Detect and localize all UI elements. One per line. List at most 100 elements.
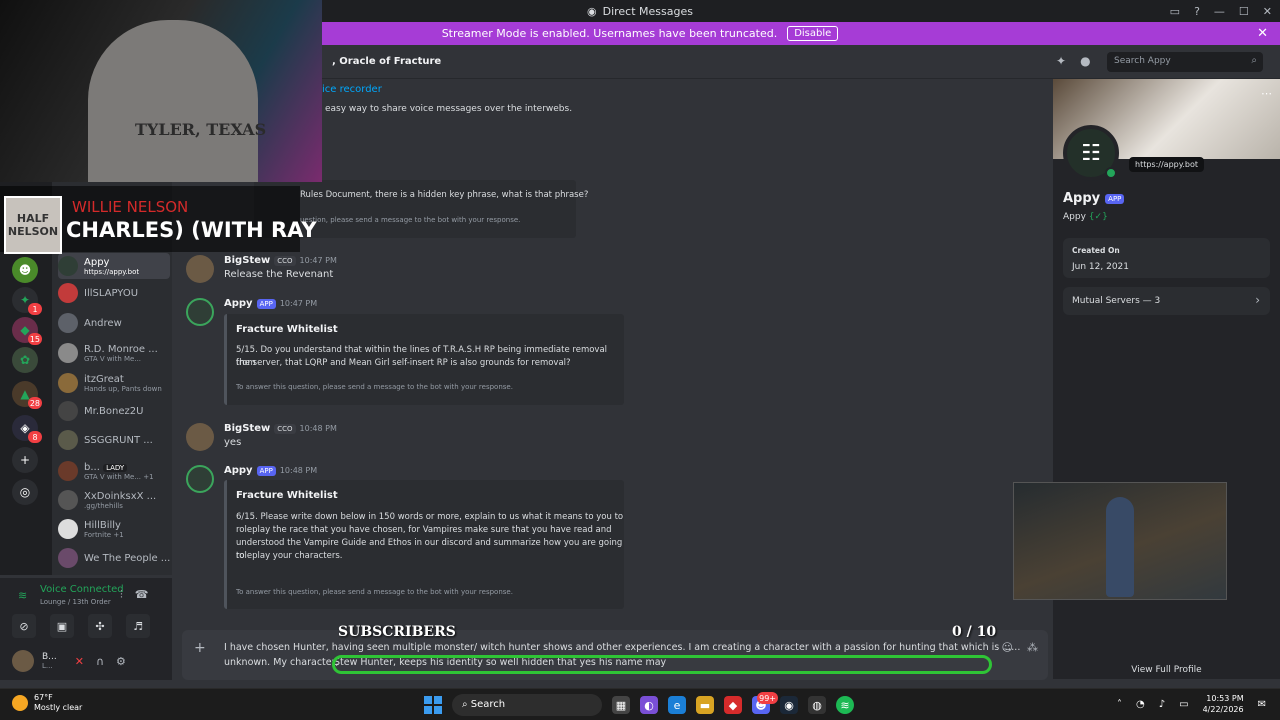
screen-share-button[interactable]: ▣ [50, 614, 74, 638]
embed-title: Fracture Whitelist [236, 490, 338, 501]
dm-status: GTA V with Me... [84, 354, 142, 363]
dm-item[interactable]: IllSLAPYOU [58, 280, 170, 306]
voice-channel[interactable]: Lounge / 13th Order [40, 598, 111, 606]
emoji-icon[interactable]: ☺ [1002, 641, 1013, 654]
embed-footer: To answer this question, please send a m… [236, 383, 513, 391]
server-icon[interactable]: ◆ 15 [12, 317, 42, 345]
dm-item[interactable]: HillBilly Fortnite +1 [58, 516, 170, 542]
obs-icon[interactable]: ◍ [808, 696, 826, 714]
dm-item[interactable]: XxDoinksxX ... .gg/thehills [58, 487, 170, 513]
discord-window: ◉ Direct Messages ▭ ? — ☐ ✕ Streamer Mod… [0, 0, 1280, 720]
username[interactable]: BigStew [224, 423, 270, 434]
discover-icon[interactable]: ◎ [12, 479, 38, 505]
file-explorer-icon[interactable]: ▬ [696, 696, 714, 714]
message-composer[interactable]: + I have chosen Hunter, having seen mult… [182, 630, 1048, 680]
user-profile-icon[interactable]: ● [1080, 54, 1090, 68]
search-input[interactable]: Search Appy ⌕ [1107, 52, 1263, 72]
start-button-icon[interactable] [424, 696, 442, 714]
inbox-icon[interactable]: ▭ [1170, 5, 1180, 18]
help-icon[interactable]: ? [1194, 5, 1200, 18]
dm-item[interactable]: R.D. Monroe ... GTA V with Me... [58, 340, 170, 366]
soundboard-button[interactable]: ♬ [126, 614, 150, 638]
avatar [58, 283, 78, 303]
shirt-text: TYLER, TEXAS [135, 120, 267, 139]
signal-icon: ≋ [18, 589, 28, 602]
server-icon[interactable]: ✿ [12, 347, 38, 373]
dm-status: https://appy.bot [84, 267, 140, 276]
server-icon[interactable]: ☻ [12, 257, 38, 283]
server-icon[interactable]: ▲ 28 [12, 381, 42, 409]
composer-line-2a[interactable]: unknown. My character, [224, 657, 339, 668]
avatar[interactable] [186, 255, 214, 283]
server-icon[interactable]: ◈ 8 [12, 415, 42, 443]
attach-plus-icon[interactable]: + [194, 640, 206, 656]
mutual-servers-button[interactable]: Mutual Servers — 3 › [1063, 287, 1270, 315]
add-server-icon[interactable]: + [12, 447, 38, 473]
subscribers-overlay: SUBSCRIBERS [338, 624, 456, 640]
more-options-icon[interactable]: ⋯ [1261, 87, 1272, 100]
network-icon[interactable]: ◔ [1136, 699, 1145, 710]
dm-name: HillBilly [84, 519, 121, 531]
user-avatar[interactable] [12, 650, 34, 672]
weather-widget[interactable]: 67°F Mostly clear [12, 693, 82, 713]
disable-streamer-mode-button[interactable]: Disable [787, 26, 839, 41]
user-status: L... [42, 662, 53, 670]
taskbar-clock[interactable]: 10:53 PM 4/22/2026 [1203, 693, 1244, 715]
close-banner-icon[interactable]: ✕ [1257, 26, 1268, 41]
volume-icon[interactable]: ♪ [1159, 699, 1165, 710]
disconnect-icon[interactable]: ☎ [135, 588, 149, 602]
game-character [1106, 497, 1134, 597]
maximize-button[interactable]: ☐ [1239, 5, 1249, 18]
embed-line: roleplay your characters. [236, 551, 343, 561]
edge-icon[interactable]: e [668, 696, 686, 714]
mention-badge: 1 [28, 303, 42, 315]
task-view-icon[interactable]: ▦ [612, 696, 630, 714]
discord-taskbar-icon[interactable]: ☻ 99+ [752, 692, 778, 714]
username[interactable]: Appy [224, 298, 253, 309]
server-icon[interactable]: ✦ 1 [12, 287, 42, 315]
activities-button[interactable]: ✣ [88, 614, 112, 638]
profile-url[interactable]: https://appy.bot [1129, 157, 1204, 172]
app-icon[interactable]: ◆ [724, 696, 742, 714]
dm-item[interactable]: SSGGRUNT ... [58, 427, 170, 453]
copilot-icon[interactable]: ◐ [640, 696, 658, 714]
dm-item-appy[interactable]: Appy https://appy.bot [58, 253, 170, 279]
dm-item[interactable]: itzGreat Hands up, Pants down [58, 370, 170, 396]
created-on-card: Created On Jun 12, 2021 [1063, 238, 1270, 278]
close-window-button[interactable]: ✕ [1263, 5, 1272, 18]
dm-name: XxDoinksxX ... [84, 490, 157, 502]
timestamp: 10:47 PM [279, 299, 318, 308]
avatar[interactable] [186, 298, 214, 326]
apps-icon[interactable]: ⁂ [1027, 641, 1038, 654]
minimize-button[interactable]: — [1214, 5, 1225, 18]
username[interactable]: BigStew [224, 255, 270, 266]
embed-title: Fracture Whitelist [236, 324, 338, 335]
dm-item[interactable]: Mr.Bonez2U [58, 398, 170, 424]
mic-muted-icon[interactable]: ✕ [75, 655, 84, 668]
composer-line-1[interactable]: I have chosen Hunter, having seen multip… [224, 642, 1020, 653]
username[interactable]: Appy [224, 465, 253, 476]
pin-icon[interactable]: ✦ [1056, 54, 1066, 68]
video-off-button[interactable]: ⊘ [12, 614, 36, 638]
steam-icon[interactable]: ◉ [780, 696, 798, 714]
spotify-icon[interactable]: ≋ [836, 696, 854, 714]
dm-item[interactable]: We The People ... [58, 545, 170, 571]
settings-gear-icon[interactable]: ⚙ [116, 655, 126, 668]
view-full-profile-button[interactable]: View Full Profile [1053, 665, 1280, 675]
notifications-icon[interactable]: ✉ [1258, 699, 1266, 710]
online-status-icon [1105, 167, 1117, 179]
created-label: Created On [1072, 246, 1120, 255]
headphones-icon[interactable]: ∩ [96, 655, 104, 668]
search-icon: ⌕ [1251, 55, 1257, 66]
dm-name: itzGreat [84, 373, 124, 385]
dm-item[interactable]: Andrew [58, 310, 170, 336]
avatar[interactable] [186, 465, 214, 493]
avatar[interactable] [186, 423, 214, 451]
noise-suppression-icon[interactable]: ⫶ [120, 588, 123, 602]
dm-item[interactable]: b... LADY GTA V with Me... +1 [58, 458, 170, 484]
user-area[interactable]: B... L... ✕ ∩ ⚙ [12, 650, 126, 672]
app-tag: APP [256, 298, 276, 309]
taskbar-search[interactable]: ⌕ Search [452, 694, 602, 716]
battery-icon[interactable]: ▭ [1179, 699, 1188, 710]
tray-overflow-icon[interactable]: ˄ [1117, 699, 1122, 710]
